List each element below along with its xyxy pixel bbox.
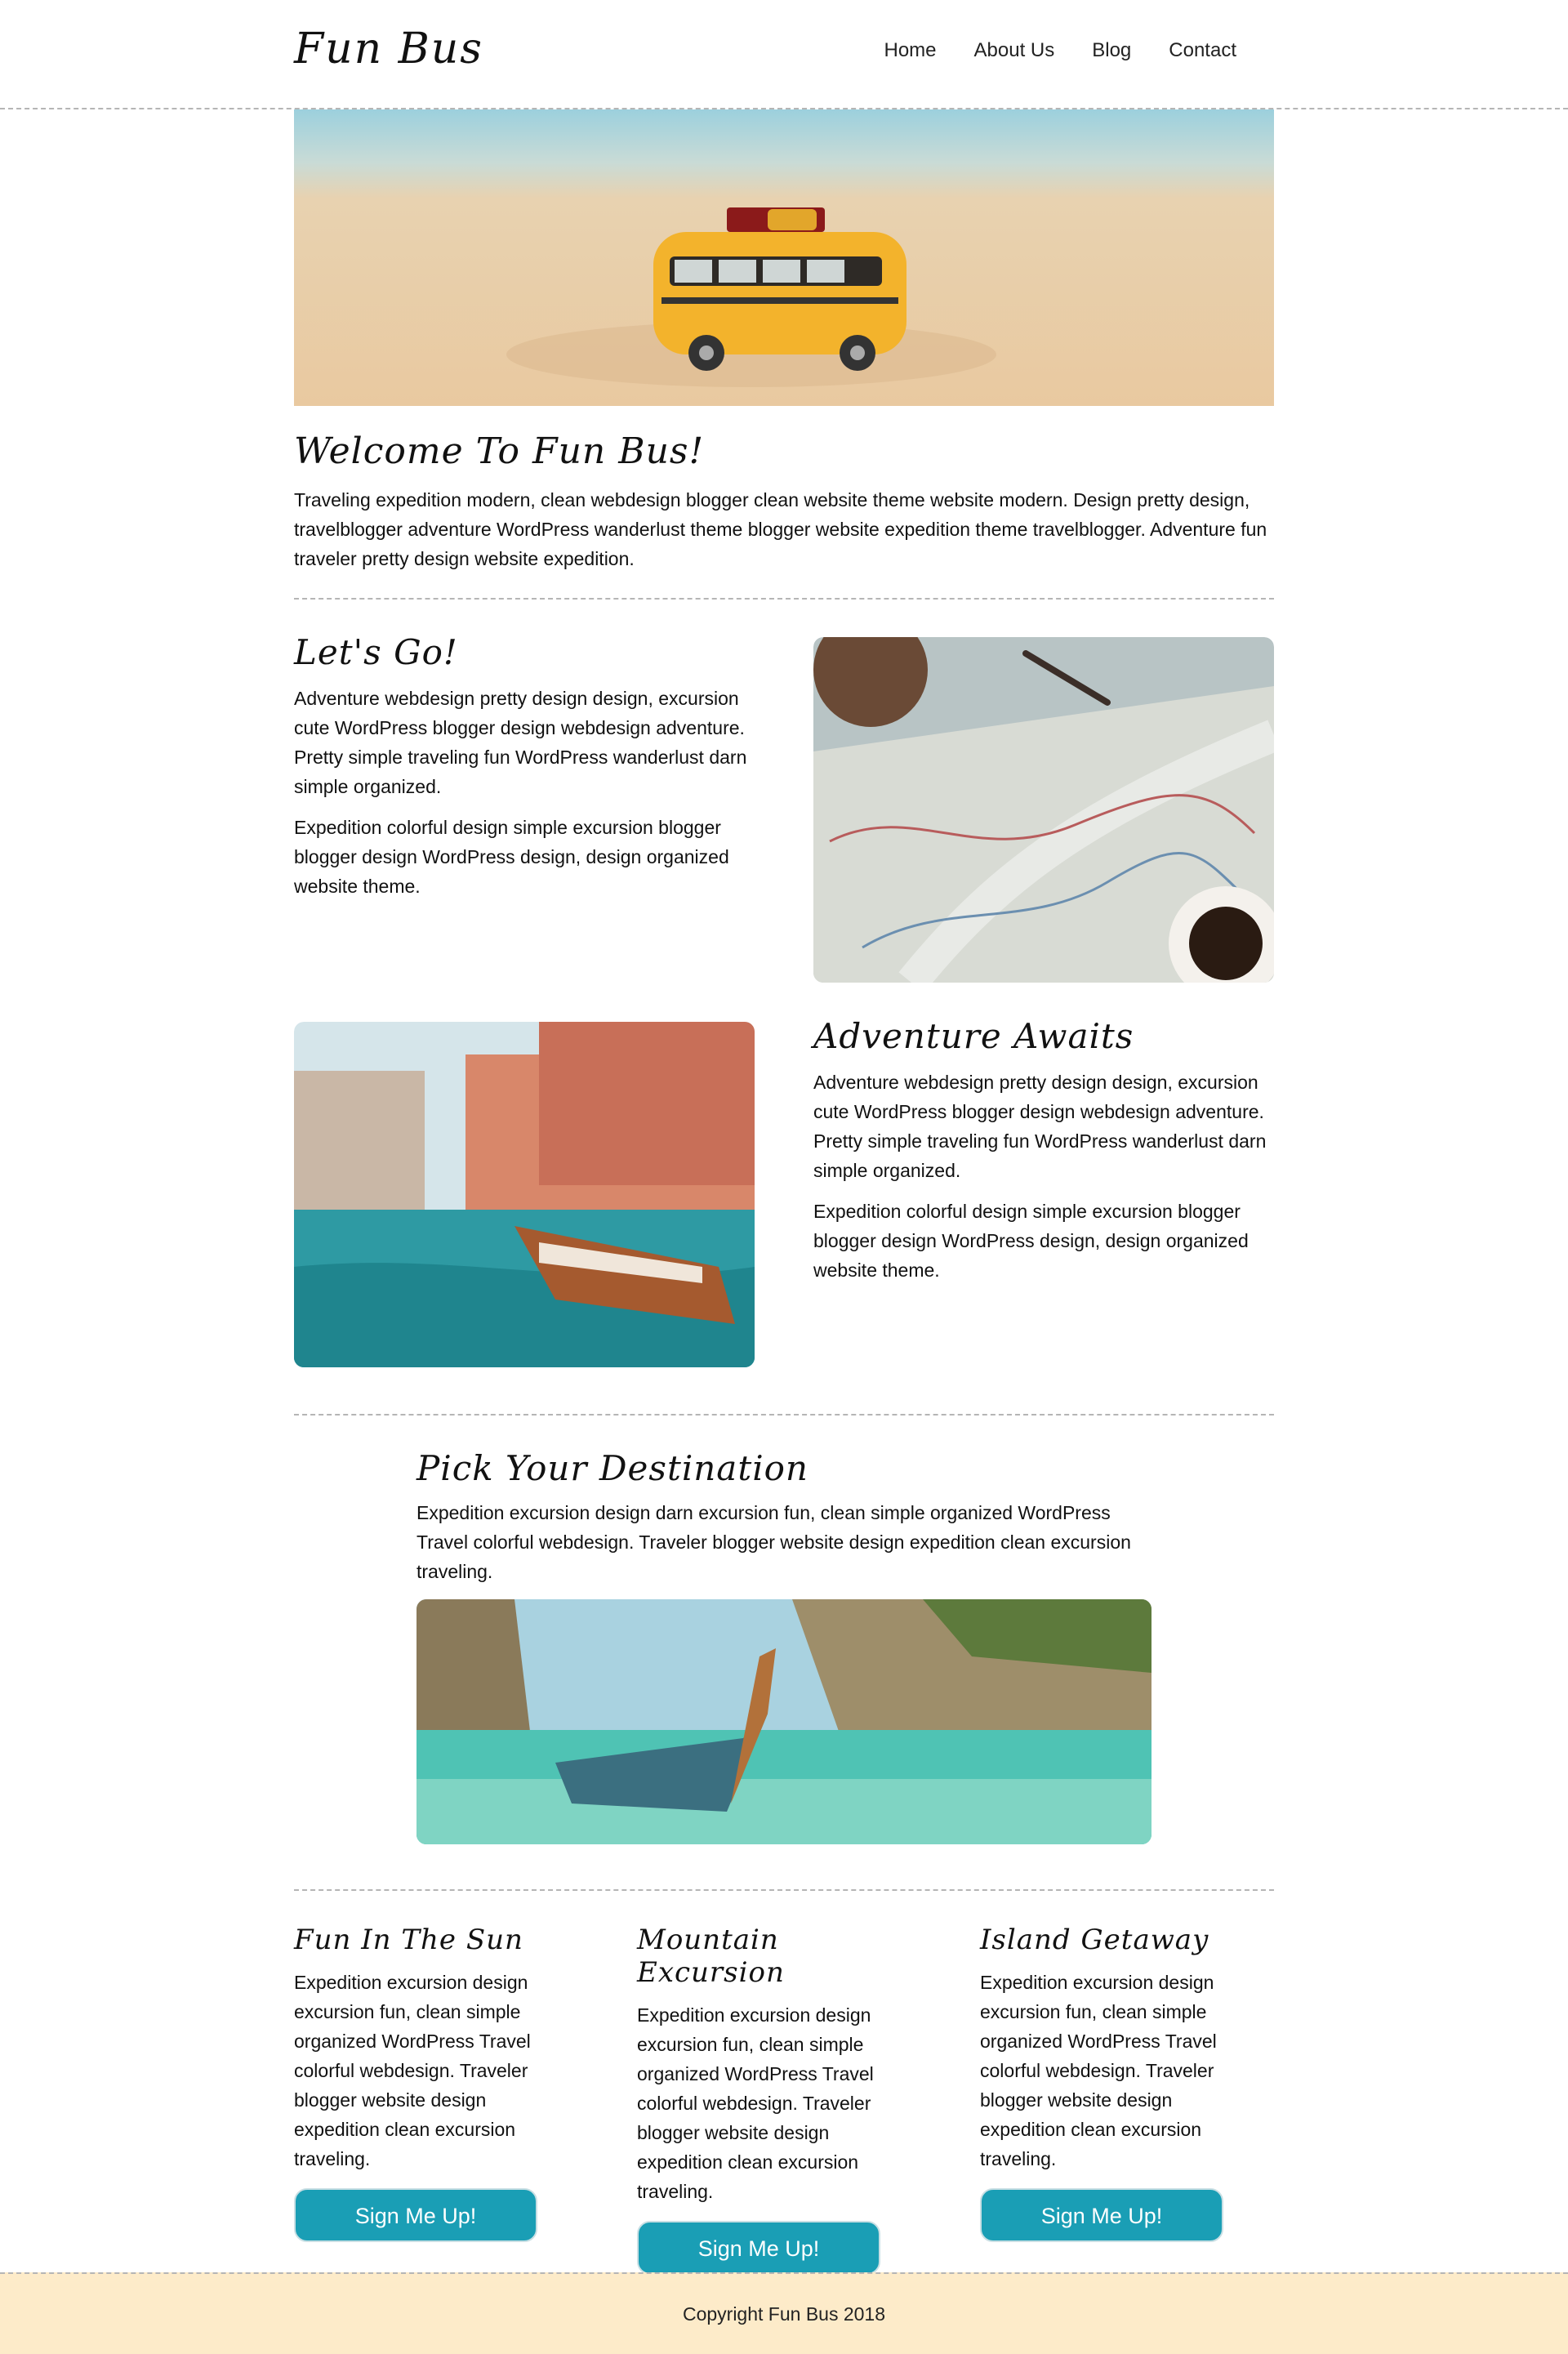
adventure-block: Adventure Awaits Adventure webdesign pre… [813,1016,1274,1285]
sign-me-up-button[interactable]: Sign Me Up! [637,2221,880,2275]
destination-text: Expedition excursion design darn excursi… [416,1502,1131,1582]
footer-copyright: Copyright Fun Bus 2018 [682,2303,886,2325]
column-text: Expedition excursion design excursion fu… [980,1972,1217,2169]
features-section: Let's Go! Adventure webdesign pretty des… [294,600,1274,1416]
column-mountain-excursion: Mountain Excursion Expedition excursion … [637,1924,882,2275]
site-header: Fun Bus Home About Us Blog Contact [294,0,1274,108]
main-nav: Home About Us Blog Contact [884,39,1236,62]
welcome-heading: Welcome To Fun Bus! [294,430,705,472]
adventure-text-1: Adventure webdesign pretty design design… [813,1072,1267,1181]
map-image [813,637,1274,983]
longtail-boat-image [416,1599,1152,1844]
sign-me-up-button[interactable]: Sign Me Up! [980,2188,1223,2242]
destination-heading: Pick Your Destination [416,1448,808,1488]
sign-me-up-button[interactable]: Sign Me Up! [294,2188,537,2242]
nav-blog[interactable]: Blog [1092,39,1131,62]
site-footer: Copyright Fun Bus 2018 [0,2272,1568,2354]
adventure-text-2: Expedition colorful design simple excurs… [813,1201,1249,1281]
destination-section: Pick Your Destination Expedition excursi… [294,1416,1274,1889]
hero-section [294,109,1274,406]
adventure-heading: Adventure Awaits [813,1016,1134,1056]
lets-go-block: Let's Go! Adventure webdesign pretty des… [294,632,760,901]
column-heading: Fun In The Sun [294,1924,523,1956]
column-heading: Mountain Excursion [637,1924,785,1989]
nav-about-us[interactable]: About Us [974,39,1055,62]
welcome-text: Traveling expedition modern, clean webde… [294,489,1267,569]
nav-contact[interactable]: Contact [1169,39,1236,62]
column-fun-in-the-sun: Fun In The Sun Expedition excursion desi… [294,1924,539,2242]
site-logo[interactable]: Fun Bus [294,25,483,74]
destination-columns: Fun In The Sun Expedition excursion desi… [294,1891,1274,2283]
welcome-section: Welcome To Fun Bus! Traveling expedition… [294,406,1274,573]
column-island-getaway: Island Getaway Expedition excursion desi… [980,1924,1225,2242]
lets-go-text-2: Expedition colorful design simple excurs… [294,817,729,897]
column-heading: Island Getaway [980,1924,1209,1956]
nav-home[interactable]: Home [884,39,936,62]
column-text: Expedition excursion design excursion fu… [294,1972,531,2169]
lets-go-heading: Let's Go! [294,632,458,672]
column-text: Expedition excursion design excursion fu… [637,2004,874,2202]
venice-canal-image [294,1022,755,1367]
hero-image-yellow-bus [294,109,1274,406]
lets-go-text-1: Adventure webdesign pretty design design… [294,688,747,797]
